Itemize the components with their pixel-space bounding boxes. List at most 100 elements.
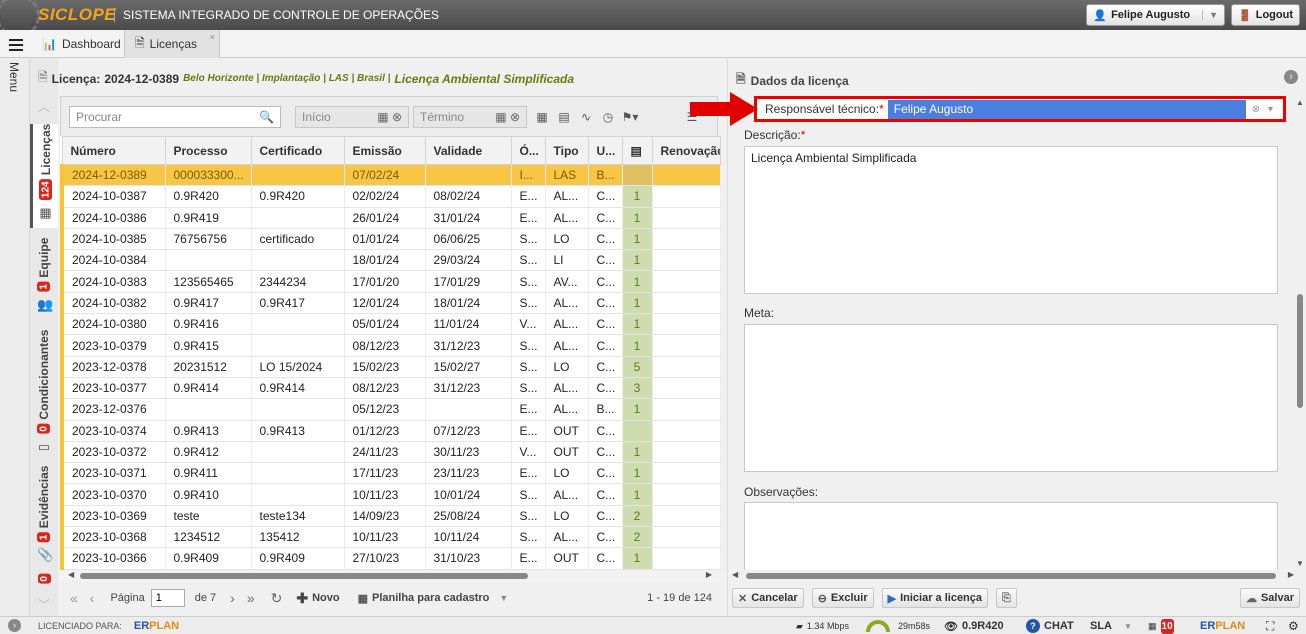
table-row[interactable]: 2024-12-0389 000033300... 07/02/24 I... LAS B… [60,164,721,187]
chevron-right-icon[interactable]: › [1284,70,1298,84]
descricao-textarea[interactable]: Licença Ambiental Simplificada [744,146,1278,294]
col-conditions[interactable]: ▤ [621,136,653,165]
calendar-icon[interactable]: ▦ ⊗ [495,110,520,124]
inicio-date-input[interactable]: Início ▦ ⊗ [295,106,409,128]
table-row[interactable]: 2023-10-0377 0.9R414 0.9R414 08/12/23 31/12/… [60,377,721,400]
col-renovacao[interactable]: Renovação [651,136,721,165]
clock-icon[interactable]: ◷ [599,108,617,126]
col-orgao[interactable]: Ó... [510,136,546,165]
tab-dashboard[interactable]: 📊 Dashboard [32,30,131,58]
cell-emissao: 10/11/23 [344,483,426,506]
erplan-er: ER [1200,620,1216,632]
caret-down-icon[interactable]: ▼ [499,593,508,603]
cell-unidade: C... [588,270,623,293]
details-title-label: Dados da licença [750,73,849,88]
cell-condicionantes: 1 [622,462,653,485]
close-icon[interactable]: × [210,32,215,42]
col-validade[interactable]: Validade [424,136,512,165]
table-row[interactable]: 2023-12-0376 05/12/23 E... AL... B... 1 [60,398,721,421]
table-row[interactable]: 2024-10-0383 123565465 2344234 17/01/20 17/0… [60,270,721,293]
col-tipo[interactable]: Tipo [544,136,589,165]
refresh-icon[interactable]: ↻ [271,590,283,607]
col-emissao[interactable]: Emissão [343,136,426,165]
calendar-filter-icon[interactable]: ▦ [533,108,551,126]
scroll-thumb[interactable] [1297,294,1303,408]
calendar-icon[interactable]: ▦ ⊗ [377,110,402,124]
cell-unidade: B... [588,398,623,421]
table-row[interactable]: 2023-10-0366 0.9R409 0.9R409 27/10/23 31/10/… [60,547,721,570]
cell-tipo: LI [545,249,589,272]
clear-icon[interactable]: ⊗ [1252,104,1260,115]
table-row[interactable]: 2023-10-0371 0.9R411 17/11/23 23/11/23 E... L… [60,462,721,485]
cell-emissao: 05/01/24 [344,313,426,336]
cell-condicionantes: 1 [622,292,653,315]
col-unidade[interactable]: U... [587,136,623,165]
cell-emissao: 12/01/24 [344,292,426,315]
cell-condicionantes: 1 [622,483,653,506]
page-input[interactable] [150,589,185,607]
cell-unidade: C... [588,207,623,229]
table-row[interactable]: 2023-10-0369 teste teste134 14/09/23 25/08/2… [60,505,721,528]
observacoes-textarea[interactable] [744,502,1278,570]
excluir-button[interactable]: ⊖ Excluir [811,588,874,608]
menu-label[interactable]: Menu [7,62,21,92]
next-page-icon[interactable]: › [230,590,235,606]
prev-page-icon[interactable]: ‹ [90,590,95,606]
table-row[interactable]: 2024-10-0385 76756756 certificado 01/01/24 0… [60,228,721,251]
col-certificado[interactable]: Certificado [250,136,345,165]
cancelar-button[interactable]: ✕ Cancelar [732,588,804,608]
cell-validade: 11/01/24 [425,313,512,336]
table-row[interactable]: 2023-10-0374 0.9R413 0.9R413 01/12/23 07/12/… [60,420,721,442]
fullscreen-icon[interactable]: ⛶ [1266,617,1274,634]
col-numero[interactable]: Número [61,136,166,165]
termino-date-input[interactable]: Término ▦ ⊗ [413,106,527,128]
table-row[interactable]: 2023-10-0370 0.9R410 10/11/23 10/01/24 S... A… [60,483,721,506]
responsavel-select[interactable]: Felipe Augusto ⊗ ▾ [887,99,1279,119]
copy-button[interactable]: ⎘ [996,588,1017,608]
details-vertical-scrollbar[interactable]: ▲ ▼ [1294,98,1306,568]
scroll-thumb[interactable] [746,573,1276,579]
table-row[interactable]: 2024-10-0387 0.9R420 0.9R420 02/02/24 08/02/… [60,185,721,208]
meta-textarea[interactable] [744,324,1278,472]
table-row[interactable]: 2024-10-0382 0.9R417 0.9R417 12/01/24 18/01/… [60,292,721,315]
tab-licencas[interactable]: 🗎 Licenças × [124,30,220,58]
logout-button[interactable]: 🚪 Logout [1231,4,1300,26]
grid-horizontal-scrollbar[interactable]: ◀ ▶ [60,570,718,582]
notifications[interactable]: ▦ 10 [1148,617,1174,634]
novo-button[interactable]: ✚ Novo [296,590,339,607]
responsavel-value: Felipe Augusto [893,102,974,116]
clipboard-icon[interactable]: ▤ [555,108,573,126]
chevron-right-icon[interactable]: › [8,619,21,632]
planilha-label: Planilha para cadastro [372,592,490,604]
pulse-icon[interactable]: ∿ [577,108,595,126]
last-page-icon[interactable]: » [247,590,255,606]
menu-rail[interactable]: Menu [0,58,30,616]
cell-numero: 2023-10-0368 [60,526,166,549]
user-menu-button[interactable]: 👤 Felipe Augusto ▼ [1086,4,1226,26]
caret-down-icon[interactable]: ▾ [1268,104,1273,115]
table-row[interactable]: 2023-10-0372 0.9R412 24/11/23 30/11/23 V... O… [60,441,721,464]
settings-icon[interactable]: ⚙ [1288,617,1299,634]
flag-icon[interactable]: ⚑▾ [621,108,639,126]
table-row[interactable]: 2023-10-0368 1234512 135412 10/11/23 10/11/2… [60,526,721,549]
scroll-thumb[interactable] [80,573,528,579]
first-page-icon[interactable]: « [70,590,78,606]
session-timer: 29m58s [866,617,930,634]
iniciar-licenca-button[interactable]: ▶ Iniciar a licença [881,588,989,608]
table-row[interactable]: 2024-10-0386 0.9R419 26/01/24 31/01/24 E... A… [60,207,721,229]
planilha-button[interactable]: ▦ Planilha para cadastro ▼ [358,592,509,605]
hamburger-icon[interactable] [9,39,23,54]
cell-certificado: teste134 [251,505,345,528]
table-row[interactable]: 2023-10-0379 0.9R415 08/12/23 31/12/23 S... A… [60,334,721,357]
cell-tipo: LO [545,228,589,251]
current-process[interactable]: 👁 0.9R420 [944,617,1004,634]
search-input[interactable]: Procurar 🔍 [69,106,281,128]
table-row[interactable]: 2024-10-0380 0.9R416 05/01/24 11/01/24 V... A… [60,313,721,336]
table-row[interactable]: 2024-10-0384 18/01/24 29/03/24 S... LI C... 1 [60,249,721,272]
chat-button[interactable]: ? CHAT [1026,617,1074,634]
col-processo[interactable]: Processo [164,136,252,165]
salvar-button[interactable]: ☁ Salvar [1239,588,1300,608]
sla-menu[interactable]: SLA ▼ [1090,617,1132,634]
details-horizontal-scrollbar[interactable]: ◀ ▶ [732,570,1294,580]
table-row[interactable]: 2023-12-0378 20231512 LO 15/2024 15/02/23 15… [60,356,721,378]
